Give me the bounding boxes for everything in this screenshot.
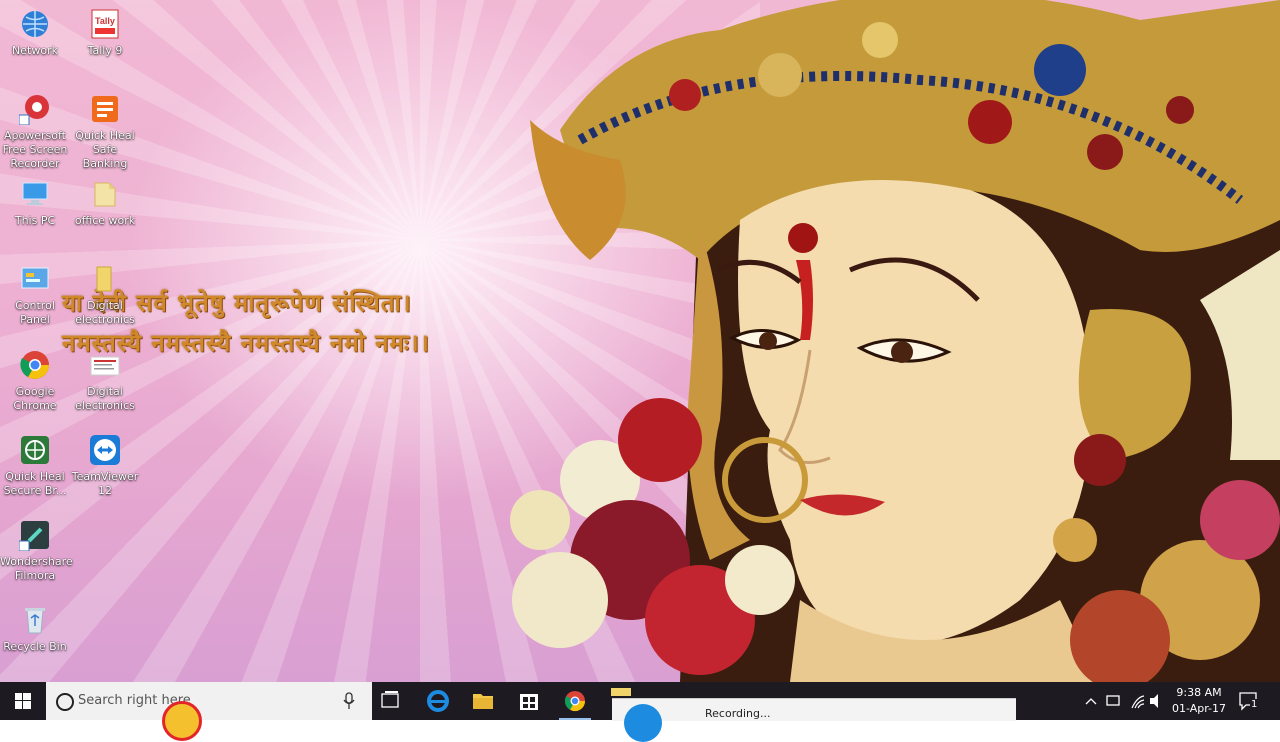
icon-label: Control Panel — [15, 299, 55, 326]
desktop-icon-apowersoft[interactable]: Apowersoft Free Screen Recorder — [0, 93, 70, 171]
computer-icon — [19, 178, 51, 210]
task-view-button[interactable] — [368, 682, 412, 720]
desktop-icon-filmora[interactable]: Wondershare Filmora — [0, 519, 73, 583]
tally-icon: Tally — [89, 8, 121, 40]
desktop-icon-this-pc[interactable]: This PC — [0, 178, 70, 228]
folder-icon — [89, 263, 121, 295]
svg-text:Tally: Tally — [95, 16, 115, 26]
icon-label: Recycle Bin — [3, 640, 67, 653]
chrome-icon — [19, 349, 51, 381]
cortana-icon — [56, 693, 74, 711]
file-explorer-taskbar-button[interactable] — [461, 682, 505, 720]
quick-heal-safe-banking-icon — [89, 93, 121, 125]
folder-icon — [89, 178, 121, 210]
task-view-icon — [381, 691, 399, 708]
clock-date: 01-Apr-17 — [1171, 702, 1227, 715]
recording-indicator-icon[interactable] — [162, 701, 202, 741]
edge-taskbar-button[interactable] — [416, 682, 460, 720]
icon-label: Network — [12, 44, 58, 57]
system-tray — [1082, 682, 1168, 720]
icon-label: Digital electronics — [75, 385, 135, 412]
icon-label: Wondershare Filmora — [0, 555, 73, 582]
desktop-icon-google-chrome[interactable]: Google Chrome — [0, 349, 70, 413]
desktop-icon-digital-electronics-doc[interactable]: Digital electronics — [70, 349, 140, 413]
desktop: या देवी सर्व भूतेषु मातृरूपेण संस्थिता। … — [0, 0, 1280, 682]
desktop-icon-office-work[interactable]: office work — [70, 178, 140, 228]
desktop-icon-digital-electronics-folder[interactable]: Digital electronics — [70, 263, 140, 327]
teamviewer-icon — [89, 434, 121, 466]
icon-label: Quick Heal Secure Br... — [3, 470, 67, 497]
desktop-icon-tally[interactable]: Tally Tally 9 — [70, 8, 140, 58]
quick-heal-browser-icon — [19, 434, 51, 466]
store-icon — [520, 694, 538, 710]
document-icon — [89, 349, 121, 381]
chrome-taskbar-button[interactable] — [553, 682, 597, 720]
chevron-up-icon[interactable] — [1085, 698, 1097, 705]
desktop-icon-quick-heal-safe-banking[interactable]: Quick Heal Safe Banking — [70, 93, 140, 171]
edge-icon — [427, 690, 449, 712]
taskbar-clock[interactable]: 9:38 AM 01-Apr-17 — [1168, 685, 1230, 717]
icon-label: Quick Heal Safe Banking — [75, 129, 135, 170]
wifi-icon[interactable] — [1131, 695, 1145, 709]
desktop-icon-control-panel[interactable]: Control Panel — [0, 263, 70, 327]
recycle-bin-icon — [19, 604, 51, 636]
filmora-icon — [18, 519, 51, 552]
recording-status-label: Recording... — [705, 707, 771, 720]
icon-label: This PC — [14, 214, 56, 227]
microphone-icon[interactable] — [342, 692, 356, 710]
action-center-button[interactable]: 1 — [1238, 691, 1260, 711]
recorder-logo-icon — [624, 704, 662, 742]
network-icon — [19, 8, 51, 40]
icon-label: Apowersoft Free Screen Recorder — [2, 129, 68, 170]
taskbar-search-box[interactable]: Search right here — [46, 682, 372, 720]
desktop-icon-teamviewer[interactable]: TeamViewer 12 — [70, 434, 140, 498]
icon-label: office work — [74, 214, 136, 227]
folder-icon — [473, 694, 493, 709]
store-taskbar-button[interactable] — [507, 682, 551, 720]
battery-icon[interactable] — [1106, 695, 1120, 706]
clock-time: 9:38 AM — [1176, 686, 1222, 699]
windows-logo-icon — [15, 693, 31, 709]
chrome-icon — [564, 691, 586, 712]
icon-label: TeamViewer 12 — [71, 470, 139, 497]
volume-icon[interactable] — [1150, 694, 1158, 708]
apowersoft-icon — [18, 93, 51, 126]
control-panel-icon — [19, 263, 51, 295]
icon-label: Digital electronics — [75, 299, 135, 326]
desktop-icon-quick-heal-browser[interactable]: Quick Heal Secure Br... — [0, 434, 70, 498]
desktop-icon-recycle-bin[interactable]: Recycle Bin — [0, 604, 70, 654]
notification-count: 1 — [1250, 699, 1259, 710]
icon-label: Google Chrome — [13, 385, 57, 412]
icon-label: Tally 9 — [87, 44, 123, 57]
goddess-wallpaper-image — [510, 0, 1280, 682]
start-button[interactable] — [0, 682, 46, 720]
desktop-icon-network[interactable]: Network — [0, 8, 70, 58]
recording-window[interactable]: Recording... — [612, 698, 1016, 742]
